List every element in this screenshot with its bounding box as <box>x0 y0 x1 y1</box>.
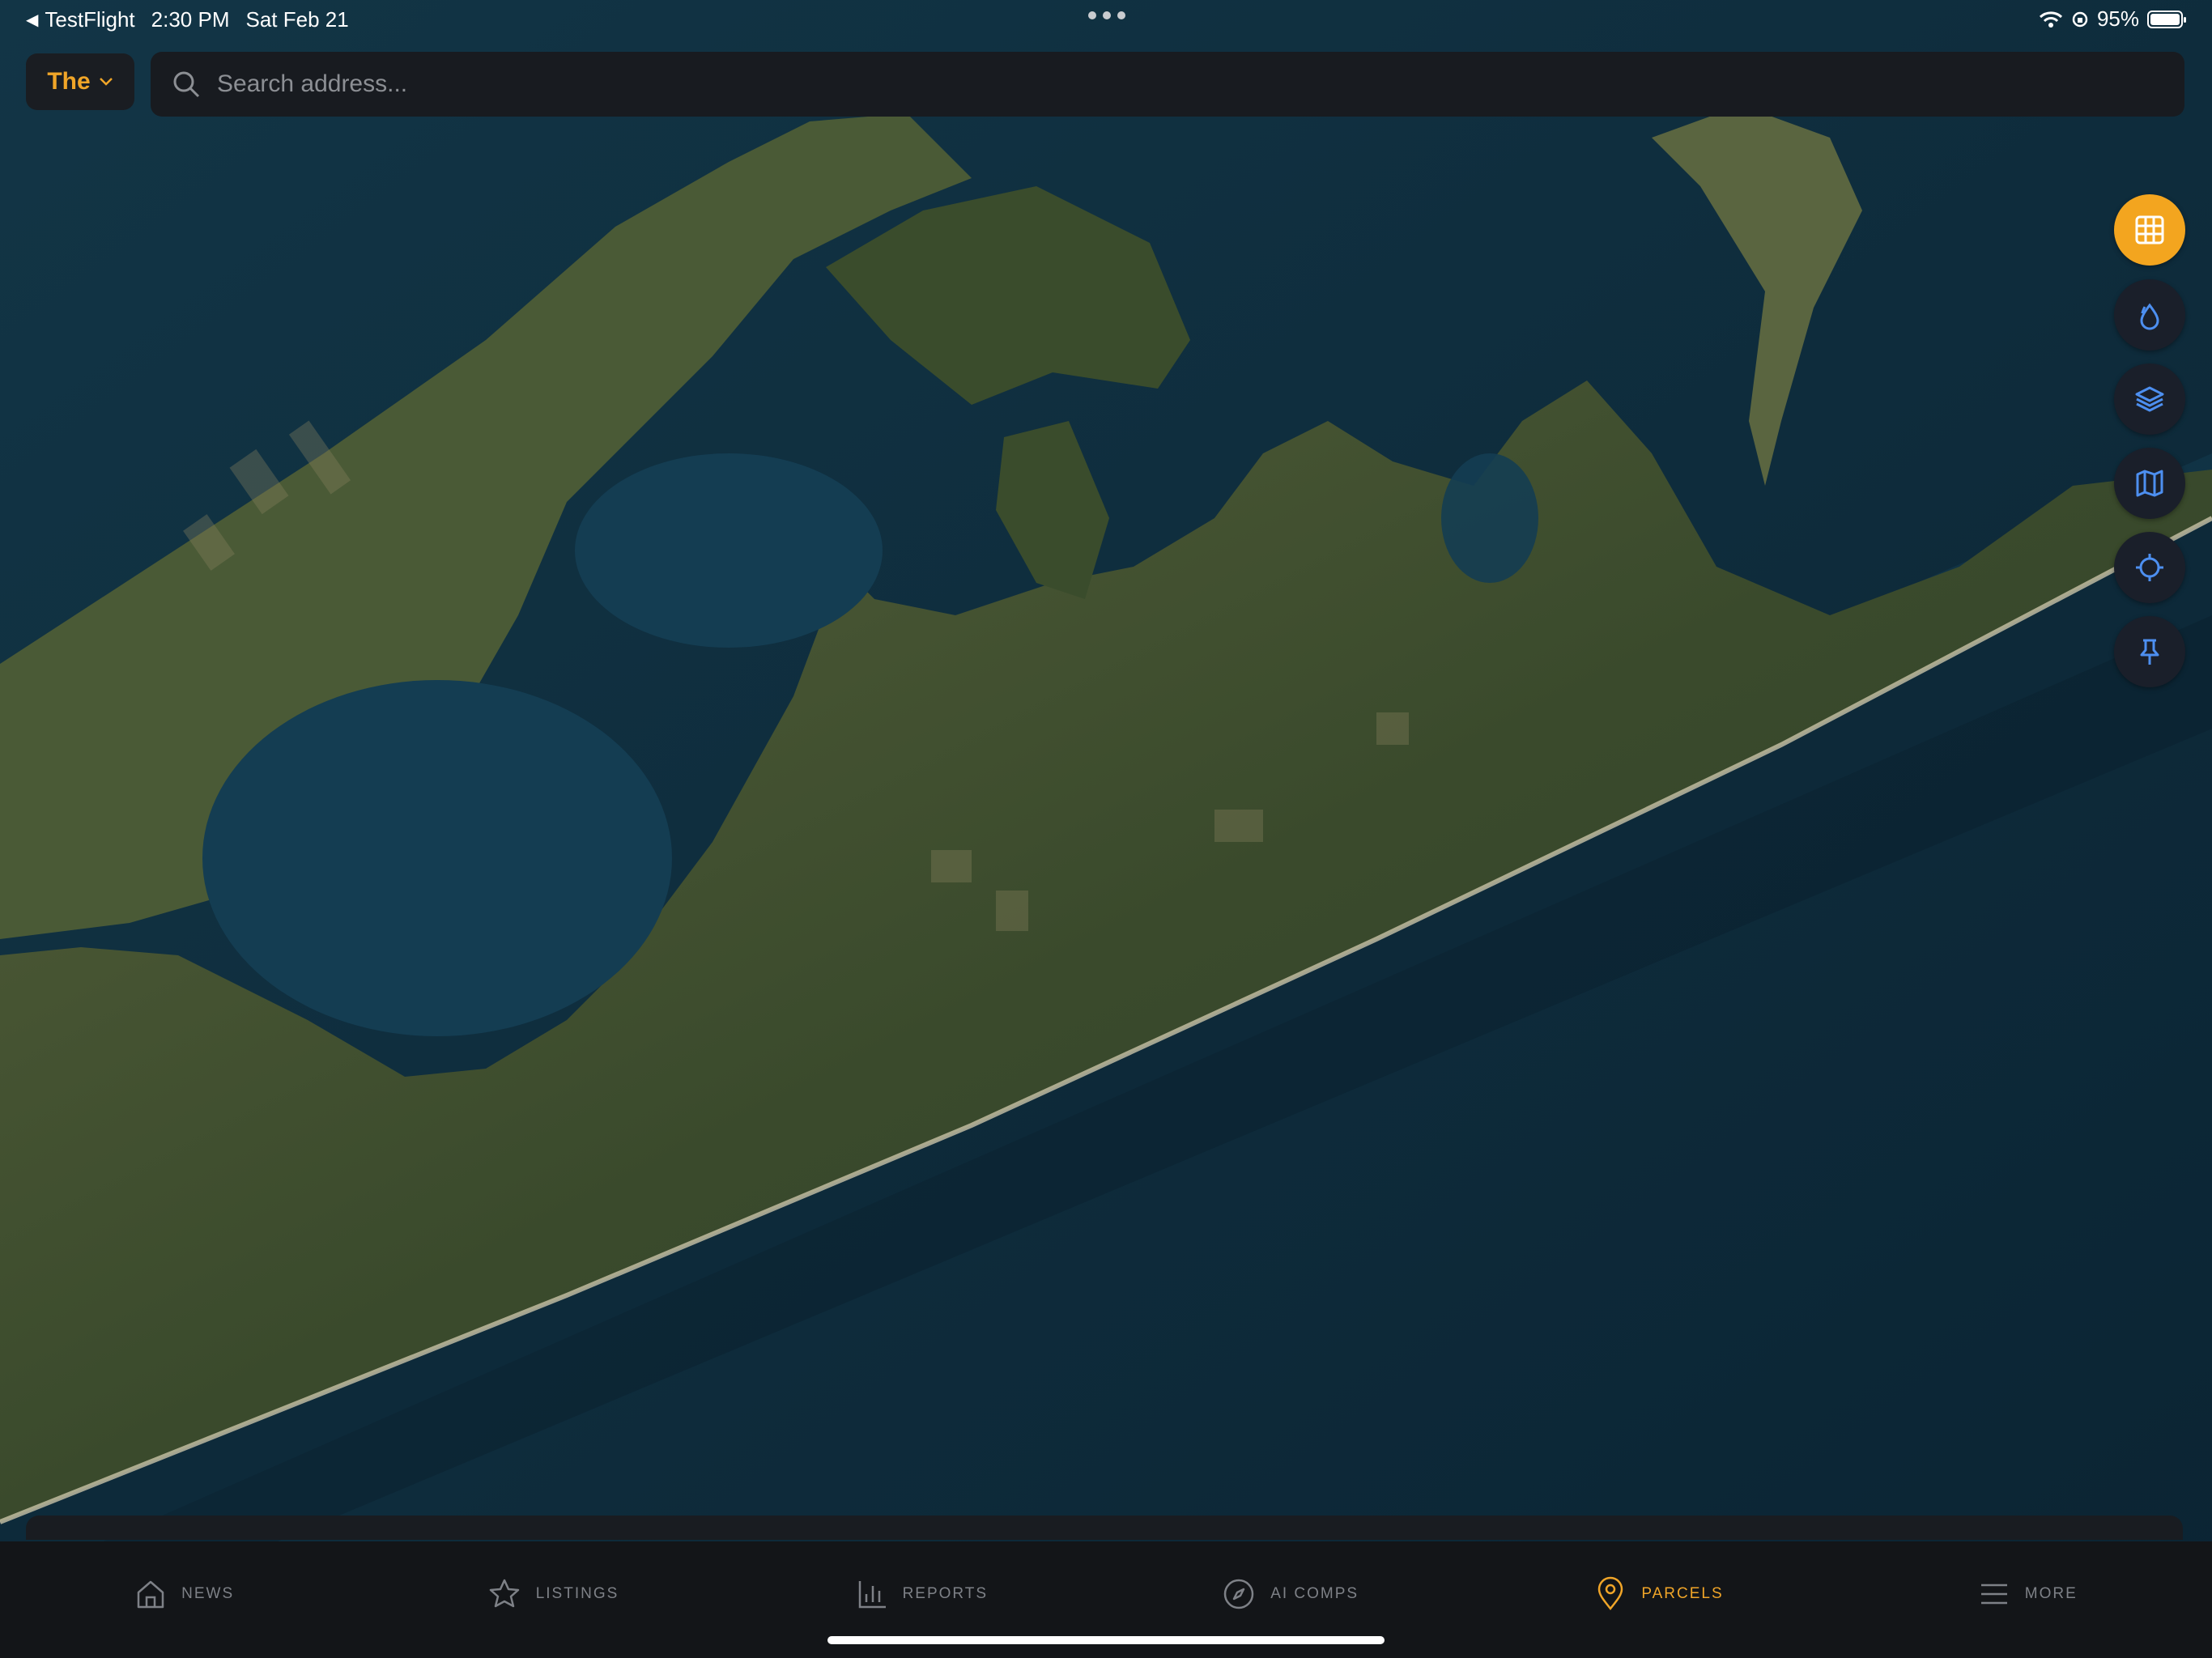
back-arrow-icon[interactable]: ◀ <box>26 10 38 30</box>
tab-parcels-label: PARCELS <box>1641 1585 1724 1602</box>
tab-ai-comps-label: AI COMPS <box>1270 1585 1359 1602</box>
pin-button[interactable] <box>2114 616 2185 687</box>
tab-listings[interactable]: LISTINGS <box>368 1541 737 1647</box>
battery-icon <box>2147 10 2186 28</box>
pin-icon <box>2140 639 2159 665</box>
layers-icon <box>2135 386 2164 412</box>
map-style-button[interactable] <box>2114 448 2185 519</box>
orientation-lock-icon <box>2072 11 2088 27</box>
status-time: 2:30 PM <box>151 7 230 32</box>
tab-news-label: NEWS <box>181 1585 235 1602</box>
home-indicator[interactable] <box>827 1636 1385 1644</box>
tab-ai-comps[interactable]: AI COMPS <box>1106 1541 1474 1647</box>
wifi-icon <box>2039 11 2062 28</box>
status-date: Sat Feb 21 <box>245 7 349 32</box>
tab-news[interactable]: NEWS <box>0 1541 368 1647</box>
star-icon <box>489 1579 519 1608</box>
tab-parcels[interactable]: PARCELS <box>1474 1541 1843 1647</box>
tab-listings-label: LISTINGS <box>535 1585 619 1602</box>
search-input[interactable] <box>215 70 2081 99</box>
map-icon <box>2136 470 2163 497</box>
tab-more-label: MORE <box>2024 1585 2078 1602</box>
bottom-sheet-edge[interactable] <box>26 1516 2183 1540</box>
tab-reports[interactable]: REPORTS <box>738 1541 1106 1647</box>
flood-layer-button[interactable] <box>2114 279 2185 351</box>
chevron-down-icon <box>99 78 113 86</box>
search-bar[interactable] <box>151 52 2184 117</box>
layers-button[interactable] <box>2114 363 2185 435</box>
satellite-map[interactable] <box>0 0 2212 1658</box>
multitasking-dots-icon[interactable] <box>1088 11 1125 19</box>
tab-more[interactable]: MORE <box>1844 1541 2212 1647</box>
market-selector-button[interactable]: The <box>26 53 134 110</box>
tab-reports-label: REPORTS <box>902 1585 989 1602</box>
battery-percentage: 95% <box>2096 6 2139 31</box>
compass-icon <box>1223 1579 1254 1609</box>
status-bar: ◀ TestFlight 2:30 PM Sat Feb 21 95% <box>0 0 2212 39</box>
bar-chart-icon <box>858 1581 886 1609</box>
water-drop-icon <box>2140 303 2159 330</box>
market-selector-label: The <box>47 68 91 95</box>
back-app-label[interactable]: TestFlight <box>45 7 134 32</box>
home-icon <box>137 1580 164 1609</box>
menu-icon <box>1980 1584 2007 1605</box>
grid-icon <box>2135 215 2164 244</box>
grid-toggle-button[interactable] <box>2114 194 2185 266</box>
locate-me-button[interactable] <box>2114 532 2185 603</box>
location-pin-icon <box>1598 1576 1623 1611</box>
locate-icon <box>2136 554 2163 581</box>
search-icon <box>173 71 200 98</box>
